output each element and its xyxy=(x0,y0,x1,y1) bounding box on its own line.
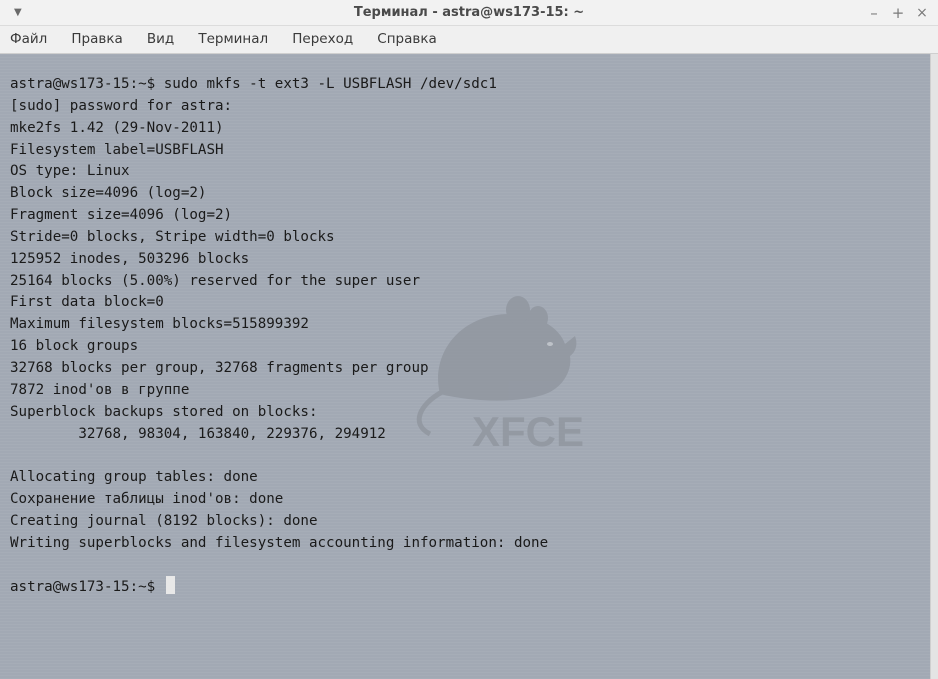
close-button[interactable]: × xyxy=(914,0,930,26)
menu-view[interactable]: Вид xyxy=(147,26,174,53)
maximize-button[interactable]: + xyxy=(890,0,906,26)
shell-prompt: astra@ws173-15:~$ xyxy=(10,579,164,596)
menu-bar: Файл Правка Вид Терминал Переход Справка xyxy=(0,26,938,54)
minimize-button[interactable]: – xyxy=(866,0,882,26)
menu-terminal[interactable]: Терминал xyxy=(198,26,268,53)
terminal-output: astra@ws173-15:~$ sudo mkfs -t ext3 -L U… xyxy=(10,74,548,598)
terminal-line: 32768 blocks per group, 32768 fragments … xyxy=(10,359,429,376)
terminal-line: 125952 inodes, 503296 blocks xyxy=(10,250,250,267)
terminal-line: [sudo] password for astra: xyxy=(10,97,233,114)
terminal-window: ▼ Терминал - astra@ws173-15: ~ – + × Фай… xyxy=(0,0,938,679)
title-bar[interactable]: ▼ Терминал - astra@ws173-15: ~ – + × xyxy=(0,0,938,26)
terminal-line: 16 block groups xyxy=(10,338,139,355)
terminal-line: 25164 blocks (5.00%) reserved for the su… xyxy=(10,272,420,289)
window-title: Терминал - astra@ws173-15: ~ xyxy=(353,5,585,20)
terminal-line: Filesystem label=USBFLASH xyxy=(10,141,224,158)
terminal-line: Superblock backups stored on blocks: xyxy=(10,403,318,420)
terminal-line: Writing superblocks and filesystem accou… xyxy=(10,534,549,551)
terminal-line: 7872 inod'ов в группе xyxy=(10,381,190,398)
scrollbar[interactable] xyxy=(930,54,938,679)
terminal-line: 32768, 98304, 163840, 229376, 294912 xyxy=(10,425,386,442)
terminal-line: Сохранение таблицы inod'ов: done xyxy=(10,491,284,508)
terminal-line: OS type: Linux xyxy=(10,163,130,180)
terminal-line: Fragment size=4096 (log=2) xyxy=(10,207,233,224)
terminal-line: Block size=4096 (log=2) xyxy=(10,185,207,202)
menu-help[interactable]: Справка xyxy=(377,26,436,53)
text-cursor xyxy=(165,576,175,595)
terminal-line: Stride=0 blocks, Stripe width=0 blocks xyxy=(10,228,335,245)
terminal-line: Creating journal (8192 blocks): done xyxy=(10,512,318,529)
terminal-line: astra@ws173-15:~$ sudo mkfs -t ext3 -L U… xyxy=(10,76,497,92)
terminal-line: First data block=0 xyxy=(10,294,164,311)
prompt-line: astra@ws173-15:~$ xyxy=(10,576,548,598)
menu-file[interactable]: Файл xyxy=(10,26,47,53)
window-menu-icon[interactable]: ▼ xyxy=(14,0,22,26)
menu-edit[interactable]: Правка xyxy=(71,26,122,53)
terminal-line: Maximum filesystem blocks=515899392 xyxy=(10,316,309,333)
terminal-area[interactable]: XFCE astra@ws173-15:~$ sudo mkfs -t ext3… xyxy=(0,54,930,679)
menu-go[interactable]: Переход xyxy=(292,26,353,53)
terminal-line: mke2fs 1.42 (29-Nov-2011) xyxy=(10,119,224,136)
terminal-line: Allocating group tables: done xyxy=(10,469,258,486)
